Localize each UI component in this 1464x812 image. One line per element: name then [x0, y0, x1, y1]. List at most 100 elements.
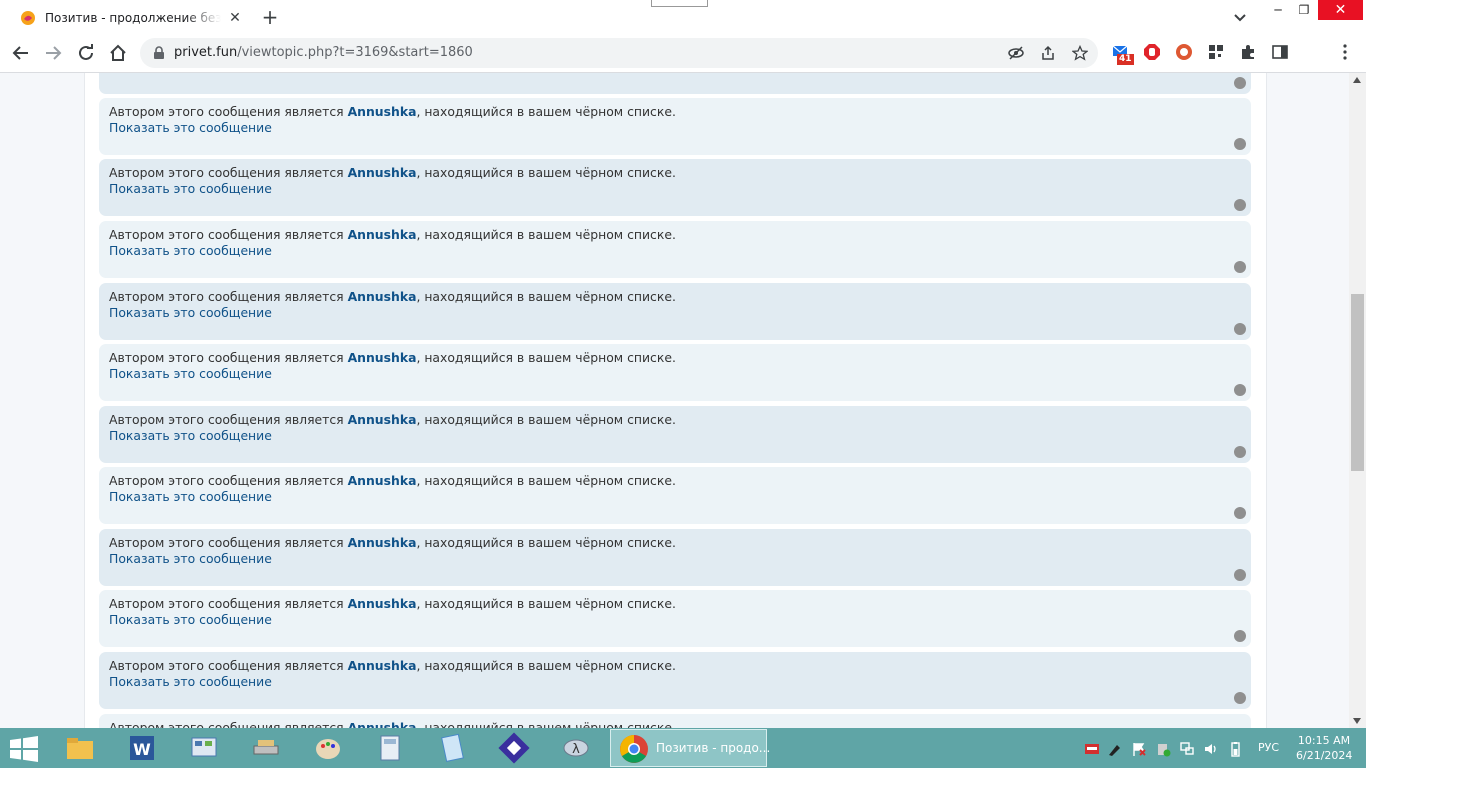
windows-start-icon[interactable]	[10, 736, 38, 762]
scroll-up-arrow-icon[interactable]	[1353, 77, 1361, 83]
reload-icon	[79, 44, 93, 60]
show-post-link[interactable]: Показать это сообщение	[109, 120, 272, 135]
tab-close-icon[interactable]: ✕	[227, 10, 243, 26]
qr-code-icon[interactable]	[1207, 43, 1225, 61]
ignored-notice: Автором этого сообщения является Annushk…	[109, 473, 676, 488]
tray-app-icon[interactable]	[1084, 741, 1100, 757]
notepad-icon[interactable]	[436, 732, 468, 764]
share-icon[interactable]	[1040, 45, 1056, 61]
back-to-top-icon[interactable]	[1234, 384, 1246, 396]
back-to-top-icon[interactable]	[1234, 692, 1246, 704]
clock-time: 10:15 AM	[1297, 734, 1351, 747]
post-hidden: Автором этого сообщения является Annushk…	[99, 652, 1251, 709]
forward-arrow-icon	[46, 46, 62, 60]
control-panel-icon[interactable]	[188, 732, 220, 764]
back-to-top-icon[interactable]	[1234, 569, 1246, 581]
author-name[interactable]: Annushka	[348, 720, 417, 728]
post-hidden: Автором этого сообщения является Annushk…	[99, 283, 1251, 340]
ignored-notice: Автором этого сообщения является Annushk…	[109, 658, 676, 673]
show-post-link[interactable]: Показать это сообщение	[109, 612, 272, 627]
system-clock[interactable]: 10:15 AM 6/21/2024	[1296, 733, 1352, 763]
show-post-link[interactable]: Показать это сообщение	[109, 243, 272, 258]
address-bar[interactable]: privet.fun/viewtopic.php?t=3169&start=18…	[140, 38, 1098, 68]
duckduckgo-icon[interactable]	[1175, 43, 1193, 61]
back-to-top-icon[interactable]	[1234, 323, 1246, 335]
lock-icon[interactable]	[152, 46, 166, 60]
show-post-link[interactable]: Показать это сообщение	[109, 181, 272, 196]
tray-battery-icon[interactable]	[1227, 741, 1243, 757]
back-to-top-icon[interactable]	[1234, 77, 1246, 89]
author-name[interactable]: Annushka	[348, 658, 417, 673]
restore-button[interactable]: ❐	[1290, 0, 1318, 20]
new-tab-button[interactable]: +	[258, 6, 282, 28]
scrollbar-thumb[interactable]	[1351, 294, 1364, 471]
back-to-top-icon[interactable]	[1234, 630, 1246, 642]
tab-search-icon[interactable]	[1232, 9, 1248, 25]
back-to-top-icon[interactable]	[1234, 261, 1246, 273]
author-name[interactable]: Annushka	[348, 412, 417, 427]
post-hidden-partial-top	[99, 73, 1251, 94]
author-name[interactable]: Annushka	[348, 227, 417, 242]
ignored-notice: Автором этого сообщения является Annushk…	[109, 412, 676, 427]
browser-toolbar: privet.fun/viewtopic.php?t=3169&start=18…	[0, 34, 1366, 73]
tray-volume-icon[interactable]	[1203, 741, 1219, 757]
input-language-indicator[interactable]: РУС	[1258, 741, 1279, 754]
author-name[interactable]: Annushka	[348, 350, 417, 365]
tray-security-icon[interactable]	[1155, 741, 1171, 757]
paint-icon[interactable]	[312, 732, 344, 764]
svg-text:W: W	[133, 740, 151, 759]
side-panel-icon[interactable]	[1271, 43, 1289, 61]
show-post-link[interactable]: Показать это сообщение	[109, 489, 272, 504]
post-hidden: Автором этого сообщения является Annushk…	[99, 221, 1251, 278]
show-post-link[interactable]: Показать это сообщение	[109, 428, 272, 443]
network-drive-icon[interactable]	[250, 732, 282, 764]
windows-taskbar: W λ Позитив - продо... РУС 10:15 AM 6/21…	[0, 728, 1366, 768]
taskbar-chrome-window[interactable]: Позитив - продо...	[610, 729, 770, 767]
word-icon[interactable]: W	[126, 732, 158, 764]
back-to-top-icon[interactable]	[1234, 446, 1246, 458]
ignored-notice: Автором этого сообщения является Annushk…	[109, 104, 676, 119]
browser-menu-icon[interactable]	[1336, 43, 1354, 61]
remote-desktop-icon[interactable]	[498, 732, 530, 764]
ignored-notice: Автором этого сообщения является Annushk…	[109, 720, 676, 728]
author-name[interactable]: Annushka	[348, 289, 417, 304]
home-icon	[110, 44, 126, 61]
reload-button[interactable]	[75, 42, 97, 64]
post-hidden: Автором этого сообщения является Annushk…	[99, 98, 1251, 155]
tab-title: Позитив - продолжение без тр	[45, 11, 221, 25]
tray-pen-icon[interactable]	[1107, 741, 1123, 757]
browser-tab-active[interactable]: Позитив - продолжение без тр ✕	[8, 2, 248, 34]
extensions-puzzle-icon[interactable]	[1239, 43, 1257, 61]
page-scrollbar[interactable]	[1349, 73, 1366, 728]
file-explorer-icon[interactable]	[64, 732, 96, 764]
forward-button[interactable]	[42, 42, 64, 64]
scroll-down-arrow-icon[interactable]	[1353, 718, 1361, 724]
author-name[interactable]: Annushka	[348, 165, 417, 180]
url-text[interactable]: privet.fun/viewtopic.php?t=3169&start=18…	[174, 45, 473, 60]
author-name[interactable]: Annushka	[348, 473, 417, 488]
post-hidden: Автором этого сообщения является Annushk…	[99, 529, 1251, 586]
show-post-link[interactable]: Показать это сообщение	[109, 551, 272, 566]
tray-network-icon[interactable]	[1179, 741, 1195, 757]
author-name[interactable]: Annushka	[348, 596, 417, 611]
tray-flag-icon[interactable]	[1131, 741, 1147, 757]
lambda-app-icon[interactable]: λ	[560, 732, 592, 764]
show-post-link[interactable]: Показать это сообщение	[109, 366, 272, 381]
bookmark-star-icon[interactable]	[1072, 45, 1088, 61]
back-to-top-icon[interactable]	[1234, 507, 1246, 519]
author-name[interactable]: Annushka	[348, 104, 417, 119]
tracking-protection-icon[interactable]	[1008, 45, 1024, 61]
back-to-top-icon[interactable]	[1234, 138, 1246, 150]
back-to-top-icon[interactable]	[1234, 199, 1246, 211]
back-button[interactable]	[10, 42, 32, 64]
show-post-link[interactable]: Показать это сообщение	[109, 674, 272, 689]
site-favicon-icon	[21, 11, 35, 25]
back-arrow-icon	[12, 46, 28, 60]
minimize-button[interactable]: ─	[1264, 0, 1292, 20]
author-name[interactable]: Annushka	[348, 535, 417, 550]
home-button[interactable]	[107, 42, 129, 64]
close-window-button[interactable]: ✕	[1318, 0, 1363, 20]
calculator-icon[interactable]	[374, 732, 406, 764]
show-post-link[interactable]: Показать это сообщение	[109, 305, 272, 320]
adblock-icon[interactable]	[1143, 43, 1161, 61]
